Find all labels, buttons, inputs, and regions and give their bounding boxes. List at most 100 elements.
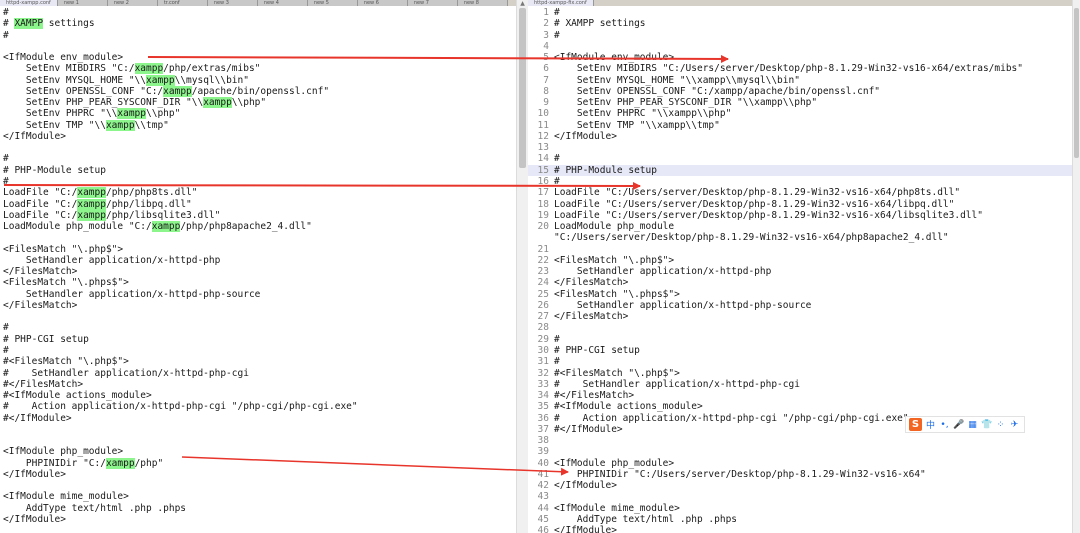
ime-tools-icon[interactable]: ⁘ [995,420,1006,430]
left-tab[interactable]: httpd-xampp.conf [0,0,58,6]
code-line[interactable]: SetEnv MIBDIRS "C:/xampp/php/extras/mibs… [0,63,516,75]
code-line[interactable]: 44 <IfModule mime_module> [528,503,1072,514]
code-line[interactable]: 17 LoadFile "C:/Users/server/Desktop/php-… [528,187,1072,198]
ime-punct-icon[interactable]: •, [939,420,950,430]
code-line[interactable]: SetHandler application/x-httpd-php [0,255,516,266]
code-line[interactable]: # SetHandler application/x-httpd-php-cgi [0,368,516,379]
code-line[interactable]: 45 AddType text/html .php .phps [528,514,1072,525]
left-tab[interactable]: new 8 [457,0,508,6]
left-tab[interactable]: new 1 [57,0,108,6]
code-line[interactable]: # [0,176,516,187]
code-line[interactable]: <FilesMatch "\.php$"> [0,244,516,255]
code-line[interactable] [0,232,516,243]
code-line[interactable]: LoadFile "C:/xampp/php/libsqlite3.dll" [0,209,516,221]
code-line[interactable]: # [0,153,516,164]
code-line[interactable]: PHPINIDir "C:/xampp/php" [0,457,516,469]
code-line[interactable]: 38 [528,435,1072,446]
code-line[interactable]: # Action application/x-httpd-php-cgi "/p… [0,401,516,412]
code-line[interactable]: # XAMPP settings [0,18,516,30]
left-code-area[interactable]: # # XAMPP settings # <IfModule env_module> … [0,7,516,525]
code-line[interactable]: </FilesMatch> [0,266,516,277]
ime-voice-icon[interactable]: 🎤 [953,420,964,430]
left-tab[interactable]: new 5 [307,0,358,6]
ime-lang-icon[interactable]: 中 [925,418,936,431]
code-line[interactable] [0,424,516,435]
left-scroll-thumb[interactable] [519,8,526,168]
code-line[interactable]: 12 </IfModule> [528,131,1072,142]
code-line[interactable]: <FilesMatch "\.phps$"> [0,277,516,288]
code-line[interactable] [0,41,516,52]
code-line[interactable]: SetEnv MYSQL_HOME "\\xampp\\mysql\\bin" [0,74,516,86]
scroll-up-arrow-icon[interactable]: ▲ [517,0,528,8]
code-line[interactable]: #<IfModule actions_module> [0,390,516,401]
code-line[interactable]: 21 [528,244,1072,255]
code-line[interactable]: 33 # SetHandler application/x-httpd-php-c… [528,379,1072,390]
code-line[interactable]: #</IfModule> [0,413,516,424]
code-line[interactable]: </IfModule> [0,469,516,480]
code-line[interactable]: 11 SetEnv TMP "\\xampp\\tmp" [528,120,1072,131]
code-line[interactable]: <IfModule php_module> [0,446,516,457]
code-line[interactable]: 13 [528,142,1072,153]
ime-skin-icon[interactable]: 👕 [981,420,992,430]
code-line[interactable]: 39 [528,446,1072,457]
code-line[interactable]: # [0,30,516,41]
code-line[interactable]: </FilesMatch> [0,300,516,311]
code-line[interactable]: 40 <IfModule php_module> [528,458,1072,469]
code-line[interactable]: 28 [528,322,1072,333]
code-line[interactable]: LoadModule php_module "C:/xampp/php/php8… [0,221,516,233]
right-vertical-scrollbar[interactable] [1072,0,1080,533]
code-line[interactable]: 29 # [528,334,1072,345]
left-tab[interactable]: new 2 [107,0,158,6]
code-line[interactable]: 6 SetEnv MIBDIRS "C:/Users/server/Deskto… [528,63,1072,74]
code-line[interactable]: 46 </IfModule> [528,525,1072,533]
code-line[interactable]: 7 SetEnv MYSQL_HOME "\\xampp\\mysql\\bin… [528,75,1072,86]
code-line[interactable]: 14 # [528,153,1072,164]
left-tab[interactable]: new 7 [407,0,458,6]
code-line[interactable]: 34 #</FilesMatch> [528,390,1072,401]
code-line[interactable]: <IfModule mime_module> [0,491,516,502]
code-line[interactable] [0,435,516,446]
left-tab[interactable]: new 6 [357,0,408,6]
ime-extra-icon[interactable]: ✈ [1009,420,1020,430]
code-line[interactable]: SetEnv OPENSSL_CONF "C:/xampp/apache/bin… [0,85,516,97]
code-line[interactable]: 24 </FilesMatch> [528,277,1072,288]
code-line[interactable] [0,142,516,153]
code-line[interactable]: 35 #<IfModule actions_module> [528,401,1072,412]
code-line[interactable]: 20 LoadModule php_module [528,221,1072,232]
sogou-logo-icon[interactable]: S [909,418,922,431]
code-line[interactable] [0,480,516,491]
ime-toolbar[interactable]: S 中 •, 🎤 ▦ 👕 ⁘ ✈ [905,416,1025,433]
code-line[interactable]: SetEnv TMP "\\xampp\\tmp" [0,119,516,131]
code-line[interactable]: LoadFile "C:/xampp/php/libpq.dll" [0,198,516,210]
code-line[interactable]: 32 #<FilesMatch "\.php$"> [528,368,1072,379]
code-line[interactable]: 27 </FilesMatch> [528,311,1072,322]
code-line[interactable]: "C:/Users/server/Desktop/php-8.1.29-Win3… [528,232,1072,243]
code-line[interactable]: 15 # PHP-Module setup [528,164,1072,176]
code-line[interactable]: 8 SetEnv OPENSSL_CONF "C:/xampp/apache/b… [528,86,1072,97]
code-line[interactable]: 3 # [528,30,1072,41]
code-line[interactable]: # [0,7,516,18]
code-line[interactable]: 41 PHPINIDir "C:/Users/server/Desktop/ph… [528,469,1072,480]
right-tab[interactable]: httpd-xampp-fix.conf [528,0,594,6]
right-scroll-thumb[interactable] [1074,8,1079,158]
code-line[interactable]: </IfModule> [0,131,516,142]
code-line[interactable]: 30 # PHP-CGI setup [528,345,1072,356]
code-line[interactable]: #</FilesMatch> [0,379,516,390]
code-line[interactable]: 25 <FilesMatch "\.phps$"> [528,289,1072,300]
code-line[interactable]: AddType text/html .php .phps [0,503,516,514]
code-line[interactable]: 19 LoadFile "C:/Users/server/Desktop/php-… [528,210,1072,221]
code-line[interactable]: 31 # [528,356,1072,367]
code-line[interactable]: #<FilesMatch "\.php$"> [0,356,516,367]
code-line[interactable]: LoadFile "C:/xampp/php/php8ts.dll" [0,187,516,199]
code-line[interactable]: 23 SetHandler application/x-httpd-php [528,266,1072,277]
code-line[interactable]: </IfModule> [0,514,516,525]
code-line[interactable]: 1 # [528,7,1072,18]
code-line[interactable]: # [0,345,516,356]
code-line[interactable]: # PHP-Module setup [0,165,516,176]
code-line[interactable]: 9 SetEnv PHP_PEAR_SYSCONF_DIR "\\xampp\\… [528,97,1072,108]
code-line[interactable]: # PHP-CGI setup [0,334,516,345]
left-tab[interactable]: new 3 [207,0,258,6]
code-line[interactable] [0,311,516,322]
left-tab[interactable]: tr.conf [157,0,208,6]
ime-keyboard-icon[interactable]: ▦ [967,420,978,430]
